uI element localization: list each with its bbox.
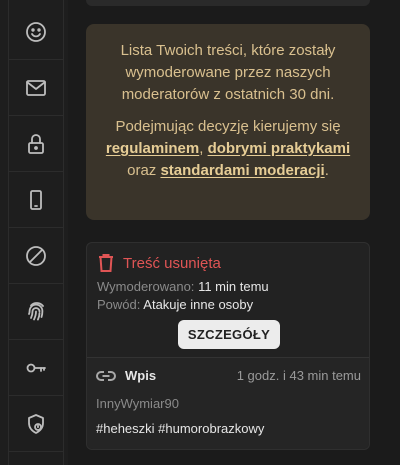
sidebar-item-emoji[interactable] — [8, 4, 64, 60]
reason-key: Powód: — [97, 297, 141, 312]
sidebar-item-blocked[interactable] — [8, 228, 64, 284]
sidebar-item-privacy[interactable] — [8, 284, 64, 340]
entry-author[interactable]: InnyWymiar90 — [96, 396, 179, 411]
sidebar-item-security[interactable] — [8, 116, 64, 172]
info-rules-text: Podejmując decyzję kierujemy się regulam… — [102, 116, 354, 182]
sidebar-item-messages[interactable] — [8, 60, 64, 116]
moderation-standards-link[interactable]: standardami moderacji — [160, 162, 324, 179]
info-description: Lista Twoich treści, które zostały wymod… — [120, 42, 336, 103]
previous-panel-edge — [86, 0, 370, 6]
trash-icon — [99, 254, 113, 272]
info-rules-prefix: Podejmując decyzję kierujemy się — [115, 118, 341, 135]
link-icon — [96, 367, 116, 385]
lock-icon — [28, 133, 44, 154]
moderated-entry[interactable]: Wpis 1 godz. i 43 min temu InnyWymiar90 … — [87, 357, 369, 449]
rules-link[interactable]: regulaminem — [106, 140, 199, 157]
info-dot: . — [324, 162, 329, 179]
sidebar-item-moderation[interactable] — [8, 396, 64, 452]
sidebar-item-phone[interactable] — [8, 172, 64, 228]
phone-icon — [30, 189, 42, 210]
moderated-content-card: Treść usunięta Wymoderowano: 11 min temu… — [86, 242, 370, 450]
key-icon — [26, 363, 46, 372]
entry-type: Wpis — [125, 368, 157, 383]
info-comma: , — [199, 140, 204, 157]
sidebar — [0, 0, 68, 465]
fingerprint-icon — [28, 301, 44, 320]
block-icon — [26, 245, 46, 266]
moderation-info-box: Lista Twoich treści, które zostały wymod… — [86, 24, 370, 220]
reason-value: Atakuje inne osoby — [143, 297, 254, 312]
shield-icon — [28, 413, 44, 434]
moderated-value: 11 min temu — [198, 279, 269, 294]
card-header: Treść usunięta — [97, 253, 221, 273]
card-status-title: Treść usunięta — [123, 254, 221, 272]
details-button[interactable]: SZCZEGÓŁY — [178, 320, 280, 349]
sidebar-item-keys[interactable] — [8, 340, 64, 396]
mail-icon — [26, 79, 46, 96]
moderated-time: Wymoderowano: 11 min temu — [97, 279, 269, 294]
entry-tags[interactable]: #heheszki #humorobrazkowy — [96, 421, 264, 436]
info-oraz: oraz — [127, 162, 157, 179]
smiley-icon — [26, 21, 46, 42]
moderated-key: Wymoderowano: — [97, 279, 195, 294]
good-practices-link[interactable]: dobrymi praktykami — [208, 140, 351, 157]
entry-time: 1 godz. i 43 min temu — [236, 368, 361, 383]
moderation-reason: Powód: Atakuje inne osoby — [97, 297, 253, 312]
